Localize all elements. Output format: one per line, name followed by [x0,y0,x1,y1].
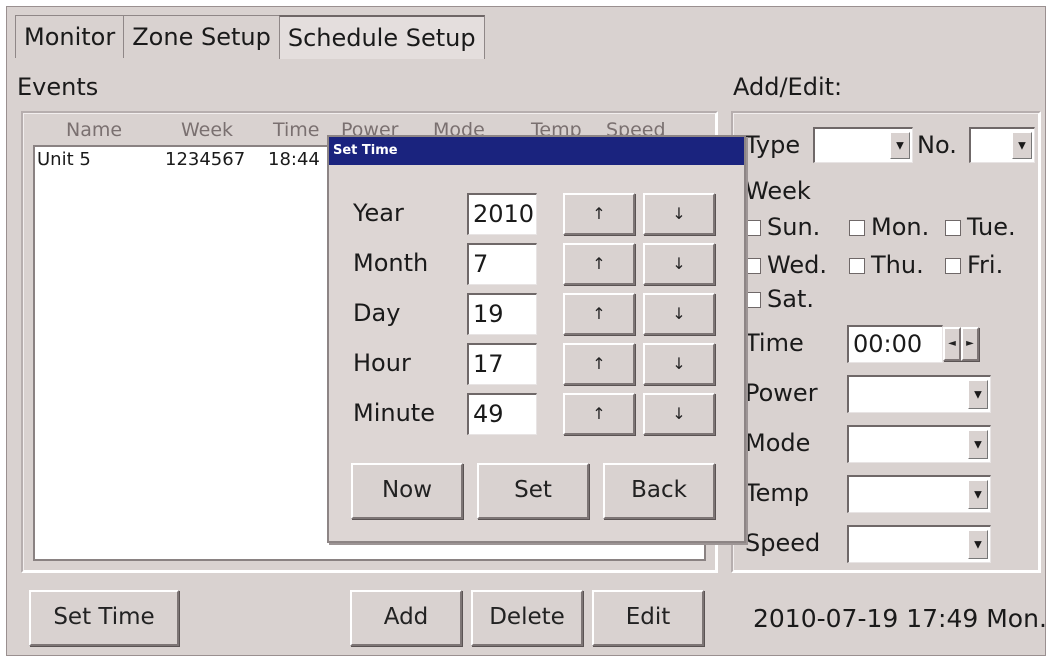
edit-button[interactable]: Edit [592,590,704,646]
day-label-tue: Tue. [967,213,1016,241]
add-button[interactable]: Add [350,590,462,646]
day-up-button[interactable]: ↑ [563,293,635,335]
speed-label: Speed [745,529,821,557]
events-title: Events [17,73,99,101]
speed-select[interactable]: ▼ [847,525,991,563]
day-label-fri: Fri. [967,251,1004,279]
hour-up-button[interactable]: ↑ [563,343,635,385]
arrow-up-icon: ↑ [592,204,606,223]
minute-up-button[interactable]: ↑ [563,393,635,435]
current-datetime: 2010-07-19 17:49 Mon. [753,604,1047,633]
arrow-up-icon: ↑ [592,254,606,273]
chevron-down-icon[interactable]: ▼ [968,480,988,509]
hour-input[interactable]: 17 [467,343,537,385]
month-label: Month [353,249,429,277]
day-down-button[interactable]: ↓ [643,293,715,335]
chevron-down-icon[interactable]: ▼ [890,132,910,159]
mode-select[interactable]: ▼ [847,425,991,463]
year-label: Year [353,199,404,227]
time-right-arrow-icon[interactable]: ► [961,327,979,361]
checkbox-tue[interactable]: Tue. [945,213,1016,241]
checkbox-icon[interactable] [849,258,865,274]
set-time-dialog: Set Time Year 2010 ↑ ↓ Month 7 ↑ ↓ Day 1… [327,135,746,543]
add-edit-group: Type ▼ No. ▼ Week Sun. Mon. Tue. Wed. Th… [731,111,1041,573]
set-button[interactable]: Set [477,463,589,519]
tab-monitor[interactable]: Monitor [15,15,125,58]
temp-select[interactable]: ▼ [847,475,991,513]
delete-button[interactable]: Delete [471,590,583,646]
back-button[interactable]: Back [603,463,715,519]
day-label: Day [353,299,401,327]
row-time: 18:44 [268,149,320,170]
time-label: Time [745,329,804,357]
checkbox-fri[interactable]: Fri. [945,251,1003,279]
checkbox-sun[interactable]: Sun. [745,213,820,241]
checkbox-icon[interactable] [945,220,961,236]
checkbox-icon[interactable] [745,220,761,236]
power-label: Power [745,379,818,407]
hour-label: Hour [353,349,411,377]
arrow-down-icon: ↓ [672,354,686,373]
hour-down-button[interactable]: ↓ [643,343,715,385]
add-edit-title: Add/Edit: [733,73,843,101]
arrow-up-icon: ↑ [592,304,606,323]
checkbox-wed[interactable]: Wed. [745,251,827,279]
day-label-sun: Sun. [767,213,821,241]
no-select[interactable]: ▼ [969,127,1035,163]
tab-schedule-setup[interactable]: Schedule Setup [278,15,485,59]
column-header-week[interactable]: Week [181,119,233,141]
row-week: 1234567 [165,149,246,170]
app-window: Monitor Zone Setup Schedule Setup Events… [6,6,1047,656]
day-label-sat: Sat. [767,285,814,313]
checkbox-icon[interactable] [945,258,961,274]
tab-bar: Monitor Zone Setup Schedule Setup [15,15,485,59]
dialog-title: Set Time [329,137,744,165]
chevron-down-icon[interactable]: ▼ [968,430,988,459]
chevron-down-icon[interactable]: ▼ [968,380,988,409]
arrow-up-icon: ↑ [592,404,606,423]
month-up-button[interactable]: ↑ [563,243,635,285]
tab-zone-setup[interactable]: Zone Setup [123,15,280,58]
power-select[interactable]: ▼ [847,375,991,413]
chevron-down-icon[interactable]: ▼ [968,530,988,559]
day-label-thu: Thu. [871,251,924,279]
column-header-time[interactable]: Time [273,119,320,141]
now-button[interactable]: Now [351,463,463,519]
type-label: Type [745,131,801,159]
checkbox-thu[interactable]: Thu. [849,251,924,279]
arrow-down-icon: ↓ [672,254,686,273]
arrow-down-icon: ↓ [672,204,686,223]
checkbox-icon[interactable] [745,258,761,274]
year-down-button[interactable]: ↓ [643,193,715,235]
arrow-down-icon: ↓ [672,404,686,423]
temp-label: Temp [745,479,809,507]
mode-label: Mode [745,429,811,457]
minute-label: Minute [353,399,435,427]
day-label-wed: Wed. [767,251,827,279]
no-label: No. [917,131,957,159]
time-input[interactable]: 00:00 [847,325,943,363]
arrow-up-icon: ↑ [592,354,606,373]
month-down-button[interactable]: ↓ [643,243,715,285]
year-input[interactable]: 2010 [467,193,537,235]
arrow-down-icon: ↓ [672,304,686,323]
month-input[interactable]: 7 [467,243,537,285]
day-label-mon: Mon. [871,213,930,241]
year-up-button[interactable]: ↑ [563,193,635,235]
week-label: Week [745,177,811,205]
checkbox-sat[interactable]: Sat. [745,285,814,313]
column-header-name[interactable]: Name [66,119,122,141]
minute-input[interactable]: 49 [467,393,537,435]
checkbox-icon[interactable] [745,292,761,308]
chevron-down-icon[interactable]: ▼ [1012,132,1032,159]
row-name: Unit 5 [37,149,91,170]
time-left-arrow-icon[interactable]: ◄ [943,327,961,361]
checkbox-mon[interactable]: Mon. [849,213,929,241]
type-select[interactable]: ▼ [813,127,913,163]
day-input[interactable]: 19 [467,293,537,335]
set-time-button[interactable]: Set Time [29,590,179,646]
minute-down-button[interactable]: ↓ [643,393,715,435]
checkbox-icon[interactable] [849,220,865,236]
